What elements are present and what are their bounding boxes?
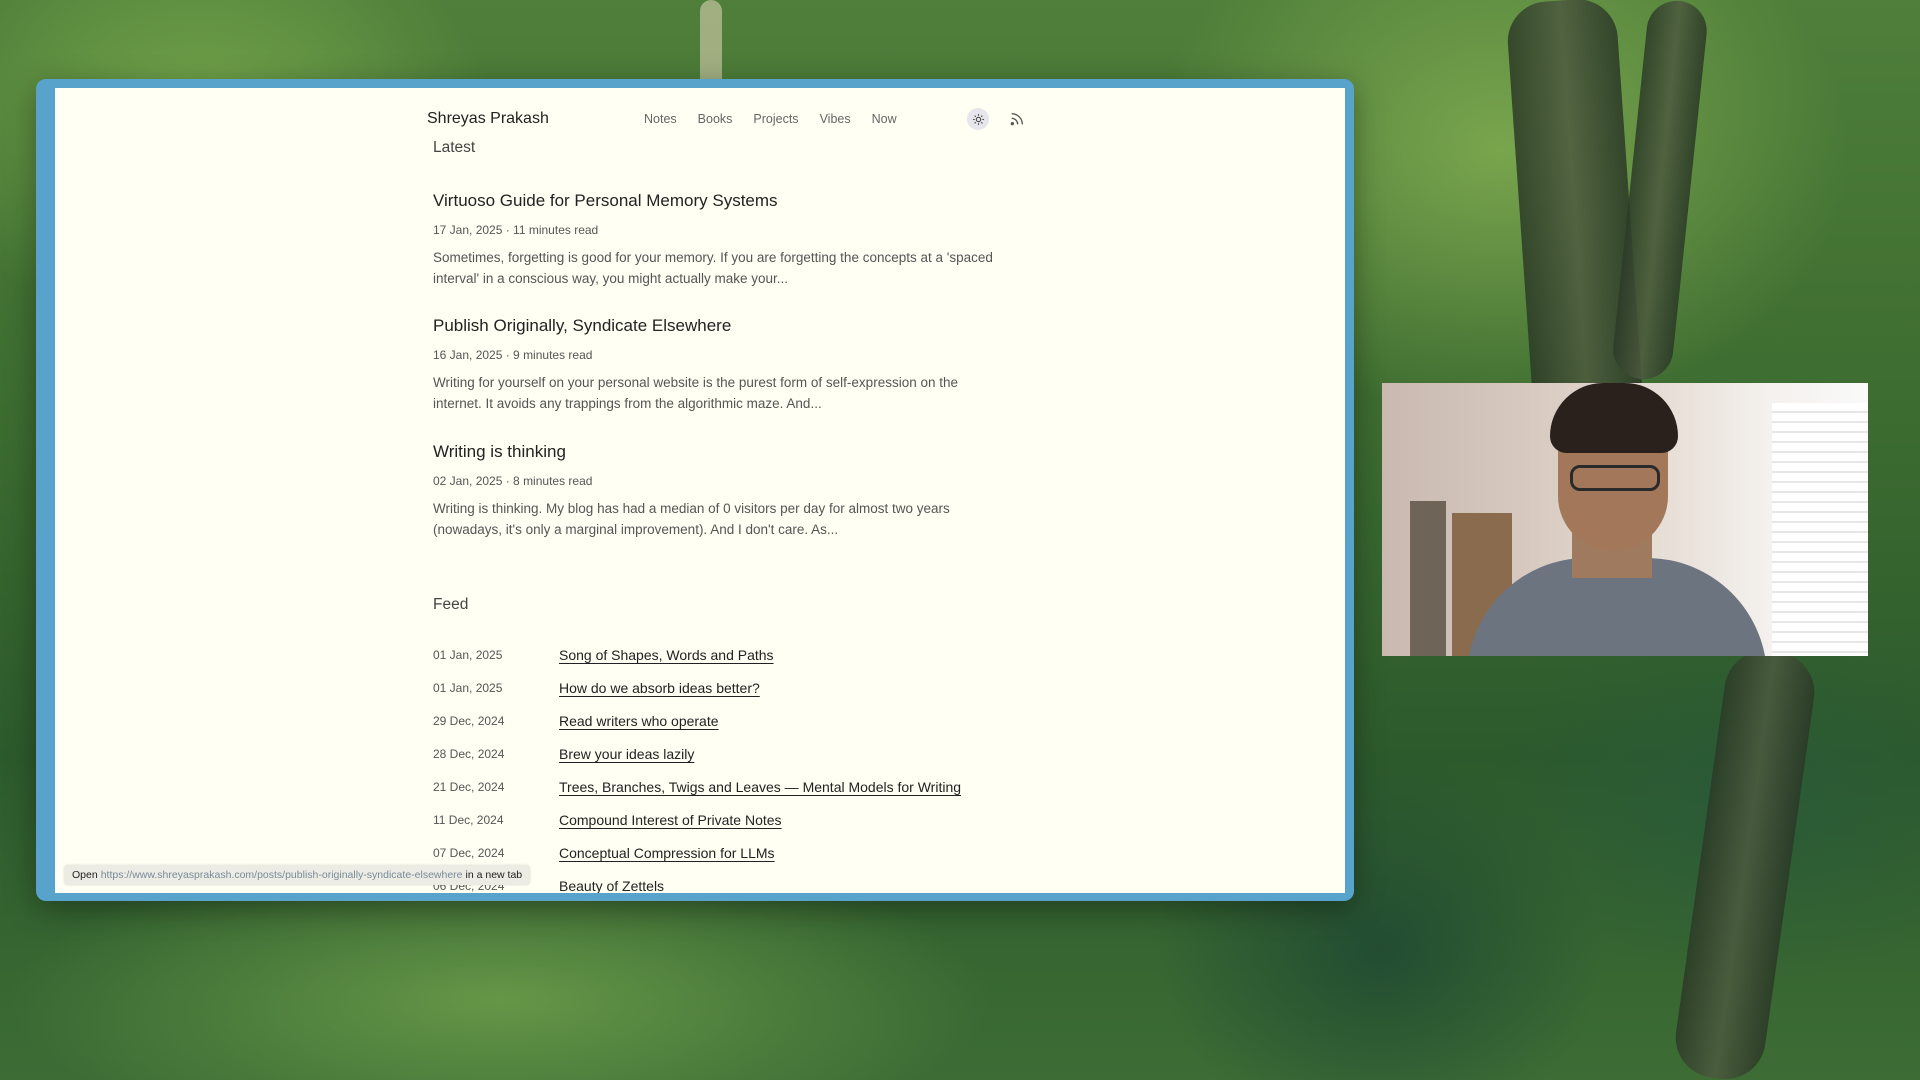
feed-row: 01 Jan, 2025 How do we absorb ideas bett…: [433, 678, 760, 698]
link-status-bar: Open https://www.shreyasprakash.com/post…: [64, 865, 531, 885]
feed-row: 11 Dec, 2024 Compound Interest of Privat…: [433, 810, 782, 830]
nav-vibes[interactable]: Vibes: [820, 112, 851, 126]
feed-row: 29 Dec, 2024 Read writers who operate: [433, 711, 719, 731]
feed-link[interactable]: Trees, Branches, Twigs and Leaves — Ment…: [559, 779, 961, 795]
page-content: Shreyas Prakash Notes Books Projects Vib…: [55, 88, 1345, 893]
status-prefix: Open: [72, 869, 98, 881]
feed-date: 01 Jan, 2025: [433, 648, 503, 662]
site-nav: Notes Books Projects Vibes Now: [644, 112, 918, 126]
feed-heading: Feed: [433, 596, 469, 613]
post-title-link[interactable]: Writing is thinking: [433, 442, 993, 462]
webcam-overlay: [1382, 383, 1868, 656]
post-meta: 17 Jan, 2025 · 11 minutes read: [433, 223, 599, 237]
nav-now[interactable]: Now: [872, 112, 897, 126]
rss-icon[interactable]: [1009, 111, 1025, 127]
sun-icon: [972, 113, 984, 125]
webcam-person-hair: [1550, 383, 1678, 453]
nav-projects[interactable]: Projects: [753, 112, 798, 126]
feed-row: 01 Jan, 2025 Song of Shapes, Words and P…: [433, 645, 774, 665]
feed-link[interactable]: Compound Interest of Private Notes: [559, 812, 782, 828]
feed-row: 07 Dec, 2024 Conceptual Compression for …: [433, 843, 775, 863]
feed-date: 07 Dec, 2024: [433, 846, 505, 860]
tree-trunk: [1670, 645, 1820, 1080]
post-title-link[interactable]: Publish Originally, Syndicate Elsewhere: [433, 316, 993, 336]
nav-books[interactable]: Books: [698, 112, 733, 126]
post-meta: 16 Jan, 2025 · 9 minutes read: [433, 348, 593, 362]
feed-row: 21 Dec, 2024 Trees, Branches, Twigs and …: [433, 777, 961, 797]
status-url: https://www.shreyasprakash.com/posts/pub…: [100, 869, 463, 881]
post-item: Virtuoso Guide for Personal Memory Syste…: [433, 191, 993, 289]
webcam-background-door: [1410, 501, 1446, 656]
feed-link[interactable]: Brew your ideas lazily: [559, 746, 694, 762]
feed-link[interactable]: Beauty of Zettels: [559, 878, 664, 893]
feed-date: 29 Dec, 2024: [433, 714, 505, 728]
site-title[interactable]: Shreyas Prakash: [427, 110, 549, 128]
post-title-link[interactable]: Virtuoso Guide for Personal Memory Syste…: [433, 191, 993, 211]
post-excerpt: Writing for yourself on your personal we…: [433, 375, 958, 411]
post-excerpt: Sometimes, forgetting is good for your m…: [433, 250, 993, 286]
theme-toggle-button[interactable]: [967, 108, 989, 130]
feed-link[interactable]: How do we absorb ideas better?: [559, 680, 760, 696]
status-suffix: in a new tab: [465, 869, 523, 881]
feed-link[interactable]: Conceptual Compression for LLMs: [559, 845, 775, 861]
post-item: Writing is thinking 02 Jan, 2025 · 8 min…: [433, 442, 993, 540]
tree-trunk: [700, 0, 722, 90]
browser-page[interactable]: Shreyas Prakash Notes Books Projects Vib…: [55, 88, 1345, 893]
feed-link[interactable]: Read writers who operate: [559, 713, 719, 729]
latest-heading: Latest: [433, 139, 476, 156]
post-excerpt: Writing is thinking. My blog has had a m…: [433, 501, 950, 537]
feed-row: 28 Dec, 2024 Brew your ideas lazily: [433, 744, 694, 764]
webcam-person-glasses: [1570, 465, 1660, 491]
feed-date: 21 Dec, 2024: [433, 780, 505, 794]
feed-link[interactable]: Song of Shapes, Words and Paths: [559, 647, 774, 663]
feed-date: 01 Jan, 2025: [433, 681, 503, 695]
nav-notes[interactable]: Notes: [644, 112, 677, 126]
site-header: Shreyas Prakash Notes Books Projects Vib…: [427, 104, 1047, 134]
post-meta: 02 Jan, 2025 · 8 minutes read: [433, 474, 593, 488]
post-item: Publish Originally, Syndicate Elsewhere …: [433, 316, 993, 414]
feed-date: 11 Dec, 2024: [433, 813, 504, 827]
feed-date: 28 Dec, 2024: [433, 747, 505, 761]
webcam-background-window: [1772, 403, 1868, 656]
